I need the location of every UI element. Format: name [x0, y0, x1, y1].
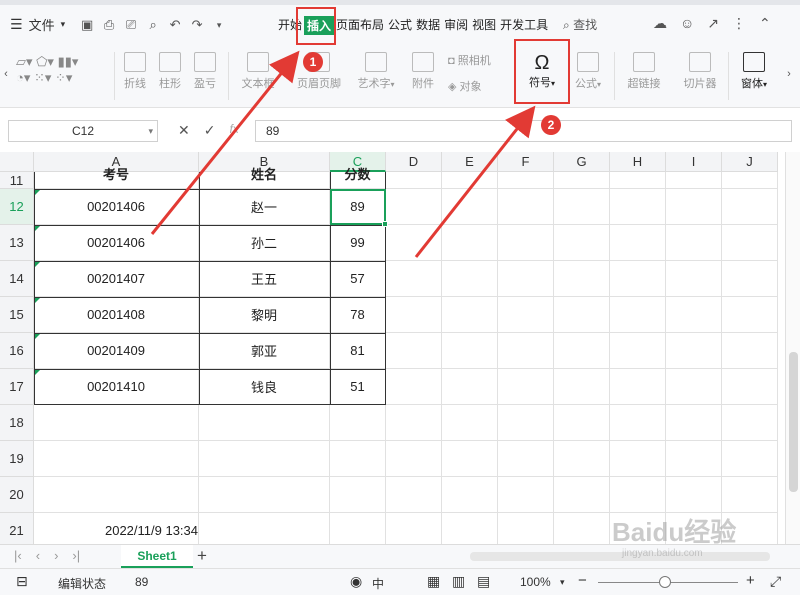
annotation-arrows: [150, 50, 536, 258]
arrow-to-symbol-button: [414, 105, 536, 258]
watermark-logo: Baidu经验: [612, 517, 737, 547]
arrow-to-insert-tab: [150, 50, 300, 235]
watermark-url: jingyan.baidu.com: [622, 548, 703, 559]
